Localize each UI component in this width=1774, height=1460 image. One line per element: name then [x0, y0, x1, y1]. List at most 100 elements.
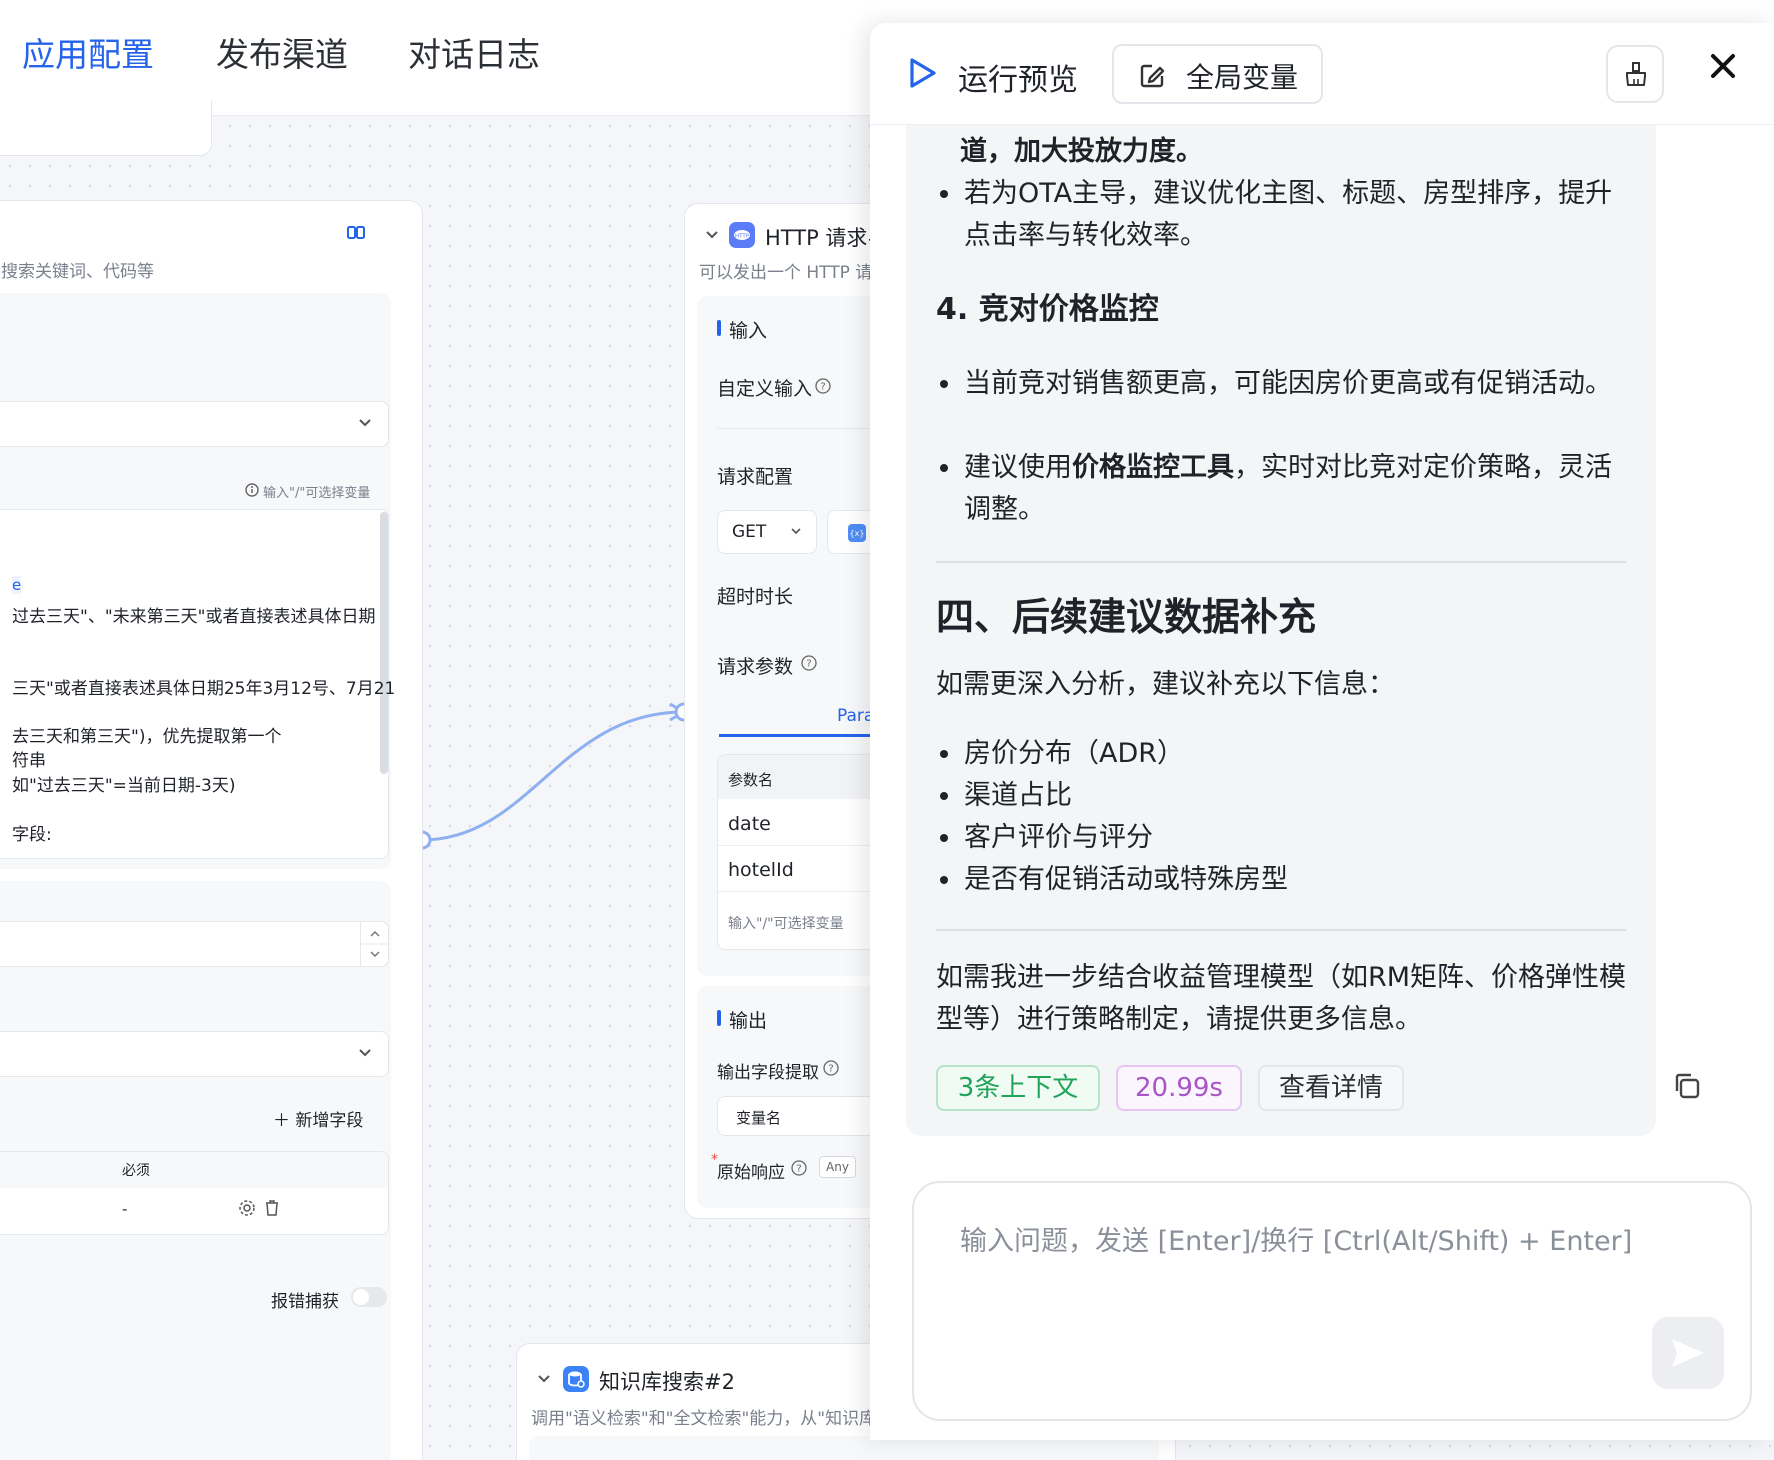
- param-name[interactable]: date: [728, 813, 771, 835]
- stepper-buttons[interactable]: [360, 922, 389, 966]
- prompt-line: 字段:: [12, 825, 52, 845]
- raw-response-label: 原始响应: [717, 1163, 785, 1183]
- global-vars-button[interactable]: 全局变量: [1112, 44, 1323, 104]
- prompt-section: 输入"/"可选择变量 e 过去三天"、"未来第三天"或者直接表述具体日期 三天"…: [0, 293, 395, 869]
- add-field-label: 新增字段: [295, 1111, 364, 1131]
- view-details-button[interactable]: 查看详情: [1258, 1065, 1404, 1111]
- request-params-label: 请求参数: [717, 656, 794, 678]
- prompt-line: 去三天和第三天")，优先提取第一个: [12, 727, 282, 747]
- table-header-required: 必须: [122, 1163, 150, 1179]
- chevron-down-icon[interactable]: [705, 230, 719, 240]
- trash-icon[interactable]: [264, 1199, 280, 1217]
- chat-input-box[interactable]: 输入问题，发送 [Enter]/换行 [Ctrl(Alt/Shift) + En…: [912, 1181, 1752, 1421]
- send-icon: [1670, 1337, 1706, 1369]
- add-field-button[interactable]: ＋ 新增字段: [273, 1106, 363, 1131]
- message-bullet-tool: 建议使用价格监控工具，实时对比竞对定价策略，灵活调整。: [936, 447, 1626, 531]
- error-catch-label: 报错捕获: [271, 1292, 339, 1312]
- message-bullet: 当前竞对销售额更高，可能因房价更高或有促销活动。: [936, 363, 1626, 405]
- message-paragraph: 如需更深入分析，建议补充以下信息：: [936, 669, 1395, 700]
- help-icon[interactable]: ?: [823, 1060, 839, 1076]
- tab-params[interactable]: Para: [837, 706, 874, 726]
- type-select[interactable]: [0, 1031, 389, 1077]
- svg-text:?: ?: [796, 1164, 801, 1175]
- variable-hint: 输入"/"可选择变量: [263, 486, 371, 501]
- method-value: GET: [732, 522, 767, 542]
- close-icon[interactable]: [1710, 53, 1736, 79]
- message-bullet: 若为OTA主导，建议优化主图、标题、房型排序，提升点击率与转化效率。: [936, 173, 1626, 257]
- chat-input-placeholder: 输入问题，发送 [Enter]/换行 [Ctrl(Alt/Shift) + En…: [960, 1226, 1633, 1257]
- message-paragraph: 如需我进一步结合收益管理模型（如RM矩阵、价格弹性模型等）进行策略制定，请提供更…: [936, 962, 1627, 1035]
- broom-icon: [1624, 61, 1648, 87]
- http-node-title: HTTP 请求#: [765, 226, 886, 250]
- output-extract-label: 输出字段提取: [717, 1063, 819, 1083]
- assistant-message: 道，加大投放力度。 若为OTA主导，建议优化主图、标题、房型排序，提升点击率与转…: [906, 111, 1656, 1136]
- kb-node-title: 知识库搜索#2: [599, 1370, 735, 1394]
- svg-text:HTTP: HTTP: [735, 234, 750, 240]
- text-segment: 建议使用: [964, 452, 1072, 483]
- output-section-title: 输出: [729, 1010, 768, 1032]
- message-heading-large: 四、后续建议数据补充: [936, 595, 1317, 639]
- type-badge: Any: [819, 1156, 856, 1178]
- svg-text:?: ?: [828, 1064, 833, 1075]
- chevron-down-icon: [358, 1048, 372, 1058]
- param-name[interactable]: hotelId: [728, 859, 794, 881]
- message-heading: 4. 竞对价格监控: [936, 292, 1159, 327]
- input-section-title: 输入: [729, 320, 768, 342]
- left-llm-node[interactable]: 搜索关键词、代码等 输入"/"可选择变量 e 过去三天"、"未来第三天"或者直接…: [0, 200, 423, 1460]
- prompt-line: 符串: [12, 751, 46, 771]
- error-catch-toggle[interactable]: [351, 1287, 387, 1307]
- info-icon: [245, 483, 259, 497]
- http-node-icon: HTTP: [729, 222, 755, 248]
- text-bold: 价格监控工具: [1072, 452, 1234, 483]
- param-header: 参数名: [728, 771, 774, 789]
- svg-text:?: ?: [820, 382, 825, 393]
- timeout-label: 超时时长: [717, 586, 794, 608]
- divider: [936, 929, 1626, 931]
- chevron-down-icon: [358, 418, 372, 428]
- database-icon: [563, 1366, 589, 1392]
- request-config-label: 请求配置: [717, 466, 794, 488]
- prompt-line: 三天"或者直接表述具体日期25年3月12号、7月21: [12, 679, 396, 699]
- node-description: 搜索关键词、代码等: [1, 262, 154, 282]
- custom-input-label: 自定义输入: [717, 378, 813, 400]
- panel-title: 运行预览: [958, 63, 1078, 98]
- send-button[interactable]: [1652, 1317, 1724, 1389]
- prompt-line: 如"过去三天"=当前日期-3天): [12, 776, 236, 796]
- model-select[interactable]: [0, 401, 389, 447]
- list-item: 渠道占比: [936, 775, 1636, 817]
- number-stepper[interactable]: [0, 921, 389, 967]
- prompt-line: e: [12, 576, 22, 594]
- scrollbar[interactable]: [380, 512, 388, 774]
- variable-icon: {x}: [848, 524, 866, 542]
- run-preview-panel: 运行预览 全局变量 道，加大投放力度。 若为OTA主导，建议优化主图、标题、房型…: [870, 23, 1774, 1440]
- copy-icon[interactable]: [1672, 1071, 1702, 1101]
- elapsed-time-badge: 20.99s: [1116, 1065, 1242, 1111]
- help-icon[interactable]: ?: [791, 1160, 807, 1176]
- table-cell: -: [122, 1200, 128, 1218]
- help-icon[interactable]: ?: [801, 655, 817, 671]
- list-item: 是否有促销活动或特殊房型: [936, 859, 1636, 901]
- var-name-label: 变量名: [736, 1109, 782, 1127]
- method-select[interactable]: GET: [717, 510, 817, 554]
- global-vars-label: 全局变量: [1186, 61, 1299, 94]
- field-table: 必须 -: [0, 1151, 389, 1235]
- panel-header: 运行预览 全局变量: [870, 23, 1774, 125]
- list-item: 客户评价与评分: [936, 817, 1636, 859]
- error-section: 报错捕获: [0, 1267, 391, 1460]
- divider: [936, 561, 1626, 563]
- help-icon[interactable]: ?: [815, 378, 831, 394]
- chevron-down-icon[interactable]: [537, 1374, 551, 1384]
- kb-node-description: 调用"语义检索"和"全文检索"能力，从"知识库"中: [531, 1409, 901, 1429]
- book-icon[interactable]: [347, 225, 365, 241]
- play-icon: [908, 57, 938, 89]
- message-text-partial: 道，加大投放力度。: [960, 136, 1203, 167]
- http-node-description: 可以发出一个 HTTP 请求: [699, 263, 890, 283]
- gear-icon[interactable]: [238, 1199, 256, 1217]
- context-count-badge[interactable]: 3条上下文: [936, 1065, 1100, 1111]
- prompt-editor[interactable]: e 过去三天"、"未来第三天"或者直接表述具体日期 三天"或者直接表述具体日期2…: [0, 509, 395, 859]
- list-item: 房价分布（ADR）: [936, 733, 1636, 775]
- chevron-down-icon: [790, 527, 802, 536]
- clear-history-button[interactable]: [1606, 45, 1664, 103]
- svg-text:?: ?: [806, 659, 811, 670]
- param-placeholder[interactable]: 输入"/"可选择变量: [728, 913, 844, 933]
